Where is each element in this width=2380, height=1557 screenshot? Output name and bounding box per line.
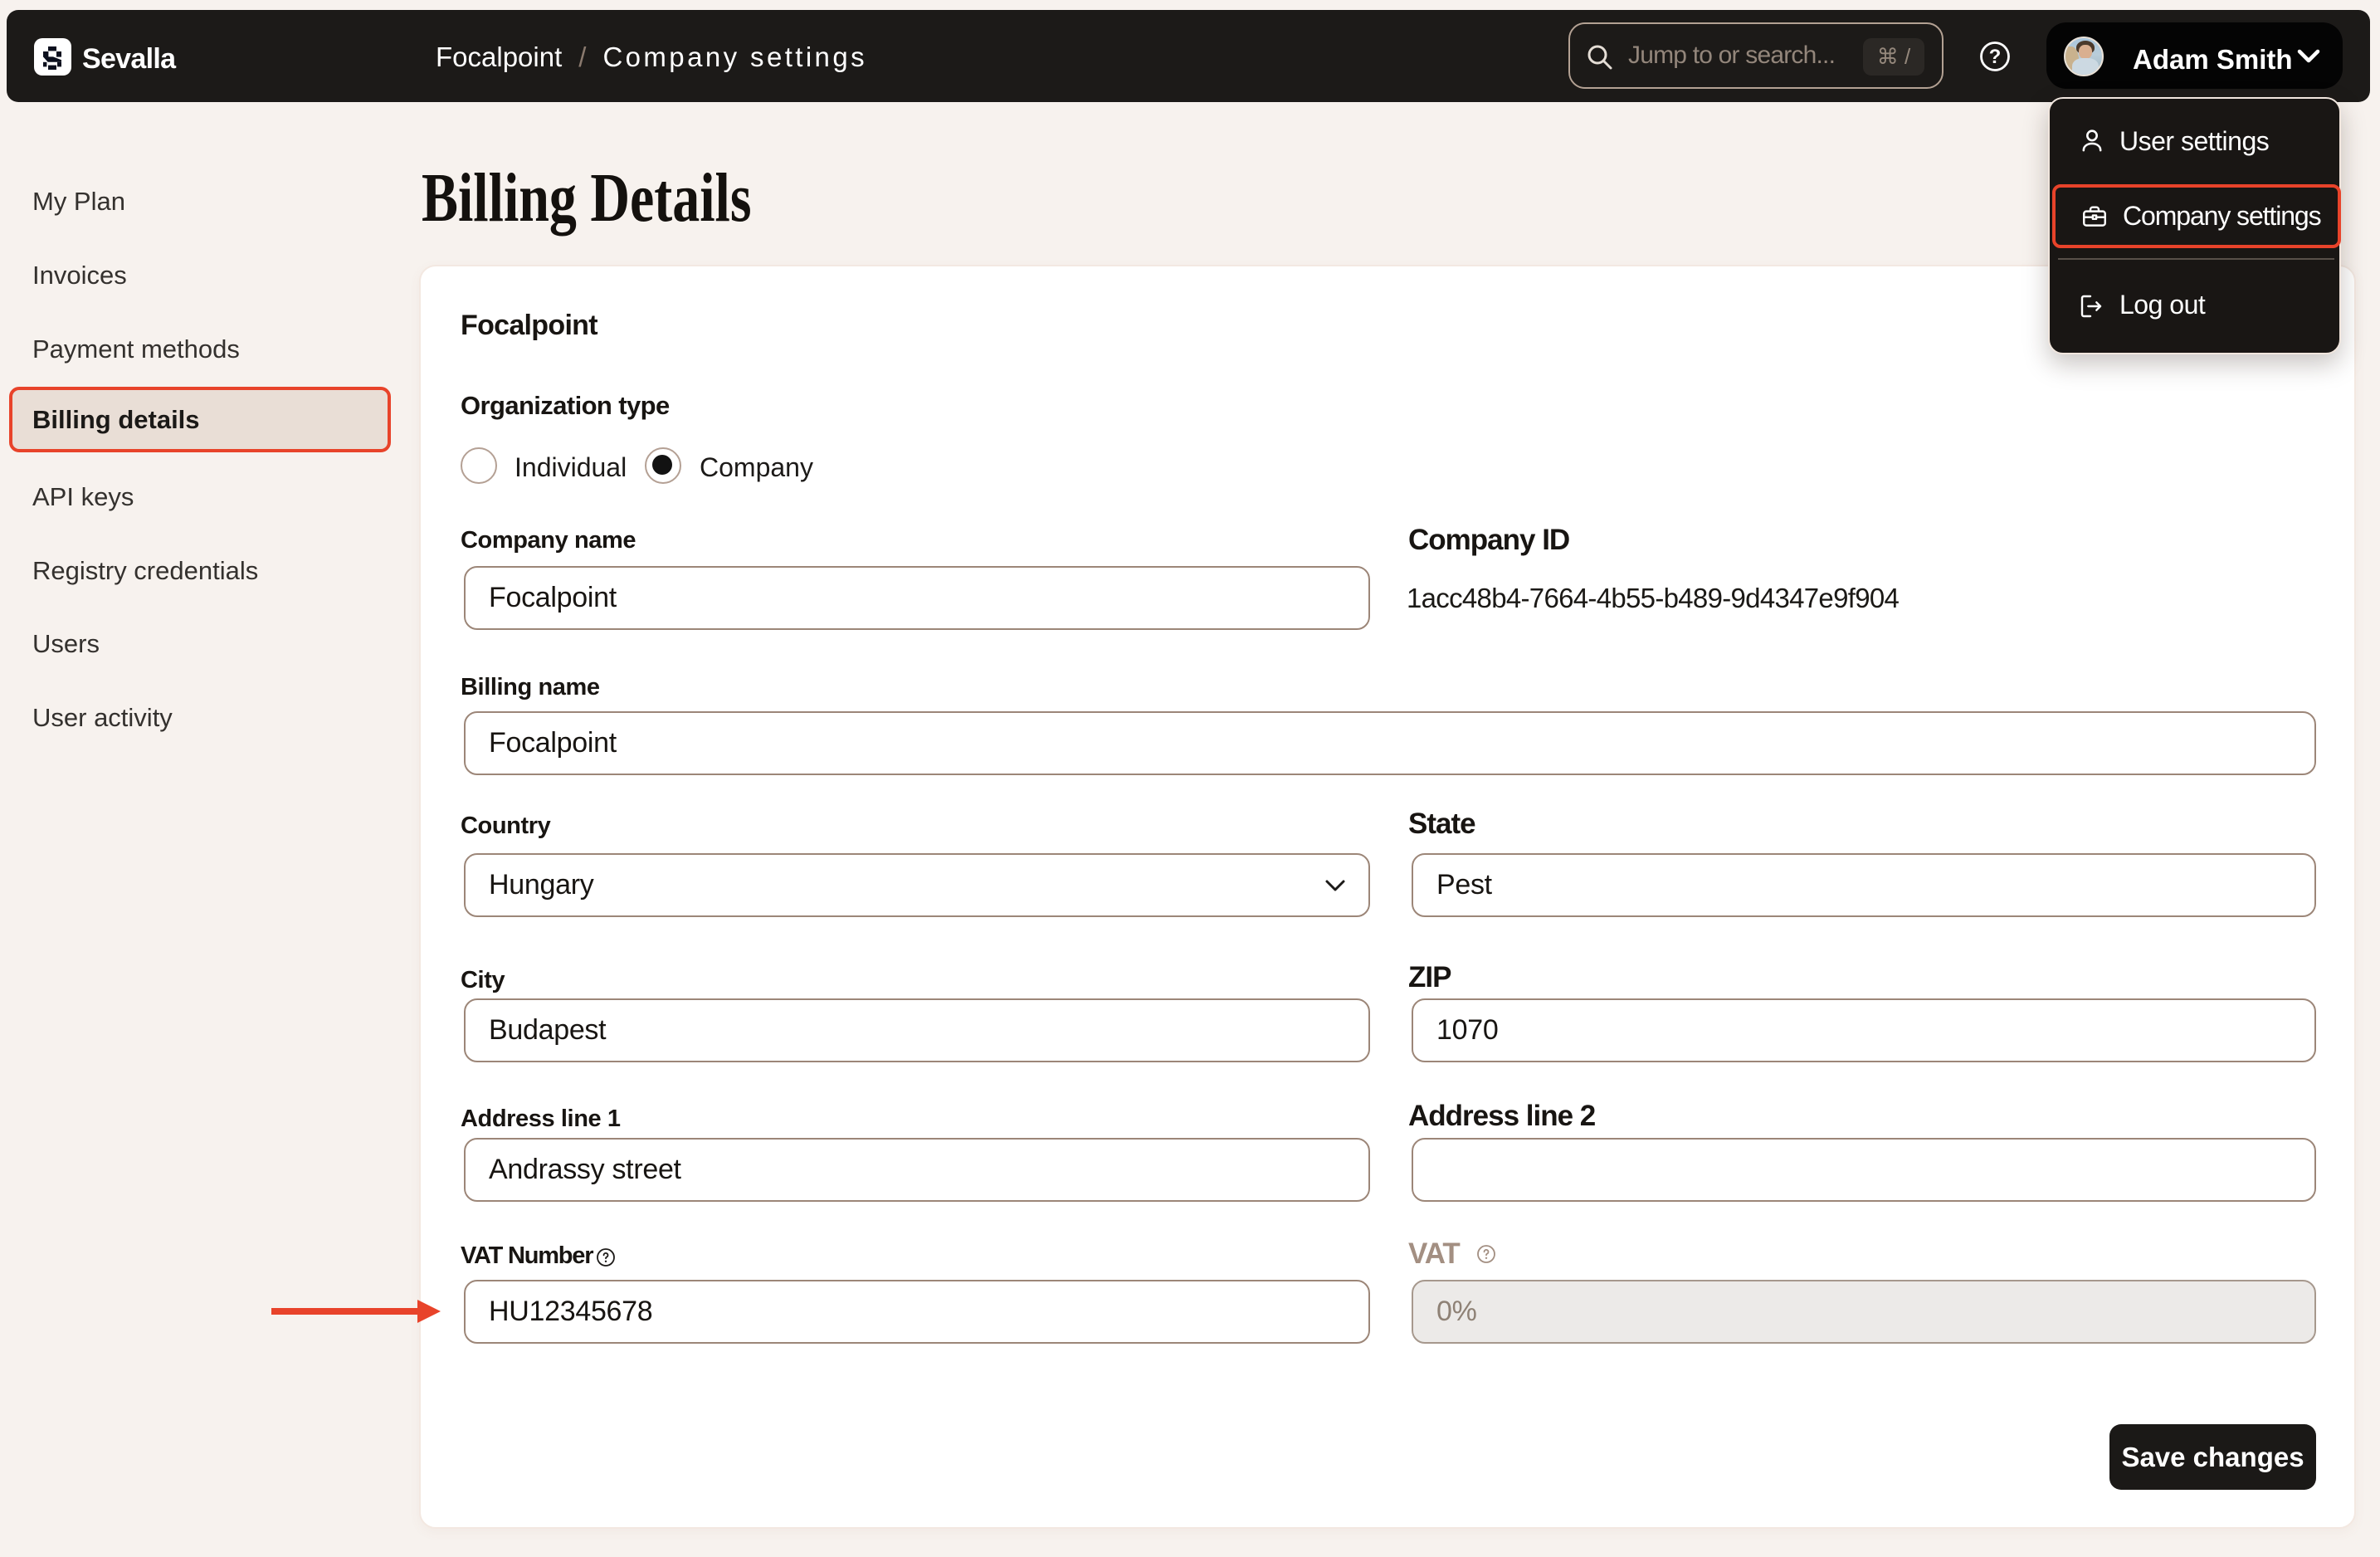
svg-text:?: ?	[1989, 46, 2002, 68]
